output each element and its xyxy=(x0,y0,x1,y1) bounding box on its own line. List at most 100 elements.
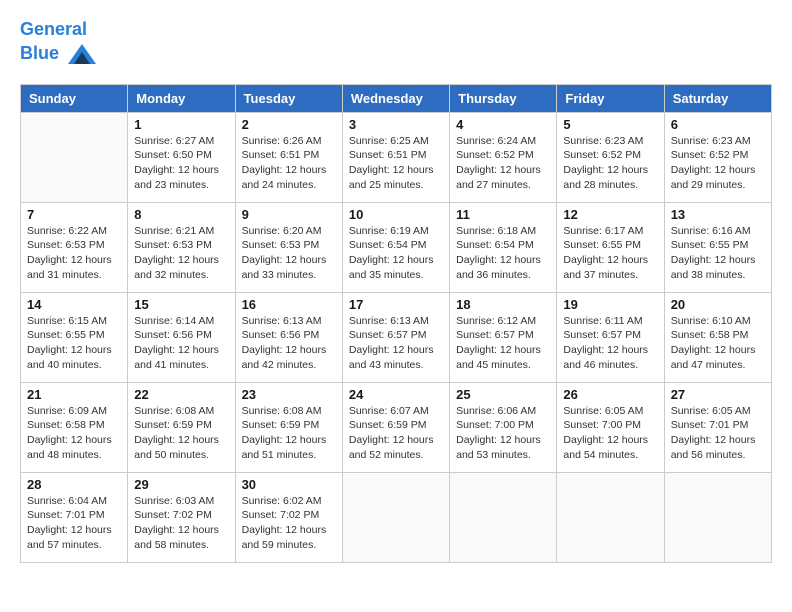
day-number: 13 xyxy=(671,207,765,222)
logo-text: General xyxy=(20,20,96,40)
day-number: 7 xyxy=(27,207,121,222)
calendar-cell: 20 Sunrise: 6:10 AM Sunset: 6:58 PM Dayli… xyxy=(664,292,771,382)
logo-blue: Blue xyxy=(20,43,59,63)
day-info: Sunrise: 6:17 AM Sunset: 6:55 PM Dayligh… xyxy=(563,224,657,283)
day-info: Sunrise: 6:22 AM Sunset: 6:53 PM Dayligh… xyxy=(27,224,121,283)
calendar-cell: 26 Sunrise: 6:05 AM Sunset: 7:00 PM Dayli… xyxy=(557,382,664,472)
calendar-week-row: 21Sunrise: 6:09 AM Sunset: 6:58 PM Dayli… xyxy=(21,382,772,472)
day-number: 10 xyxy=(349,207,443,222)
calendar-cell: 8 Sunrise: 6:21 AM Sunset: 6:53 PM Daylig… xyxy=(128,202,235,292)
day-info: Sunrise: 6:16 AM Sunset: 6:55 PM Dayligh… xyxy=(671,224,765,283)
day-info: Sunrise: 6:08 AM Sunset: 6:59 PM Dayligh… xyxy=(242,404,336,463)
day-number: 9 xyxy=(242,207,336,222)
day-number: 17 xyxy=(349,297,443,312)
day-number: 25 xyxy=(456,387,550,402)
col-header-thursday: Thursday xyxy=(450,84,557,112)
calendar-cell: 24 Sunrise: 6:07 AM Sunset: 6:59 PM Dayli… xyxy=(342,382,449,472)
day-number: 14 xyxy=(27,297,121,312)
day-number: 22 xyxy=(134,387,228,402)
calendar-cell xyxy=(664,472,771,562)
calendar-cell: 9 Sunrise: 6:20 AM Sunset: 6:53 PM Daylig… xyxy=(235,202,342,292)
day-info: Sunrise: 6:21 AM Sunset: 6:53 PM Dayligh… xyxy=(134,224,228,283)
calendar-cell: 23 Sunrise: 6:08 AM Sunset: 6:59 PM Dayli… xyxy=(235,382,342,472)
day-info: Sunrise: 6:23 AM Sunset: 6:52 PM Dayligh… xyxy=(563,134,657,193)
day-info: Sunrise: 6:27 AM Sunset: 6:50 PM Dayligh… xyxy=(134,134,228,193)
calendar-cell: 13 Sunrise: 6:16 AM Sunset: 6:55 PM Dayli… xyxy=(664,202,771,292)
calendar-cell xyxy=(342,472,449,562)
day-info: Sunrise: 6:18 AM Sunset: 6:54 PM Dayligh… xyxy=(456,224,550,283)
calendar-cell: 30Sunrise: 6:02 AM Sunset: 7:02 PM Dayli… xyxy=(235,472,342,562)
calendar-cell xyxy=(21,112,128,202)
day-info: Sunrise: 6:03 AM Sunset: 7:02 PM Dayligh… xyxy=(134,494,228,553)
day-info: Sunrise: 6:25 AM Sunset: 6:51 PM Dayligh… xyxy=(349,134,443,193)
day-info: Sunrise: 6:05 AM Sunset: 7:01 PM Dayligh… xyxy=(671,404,765,463)
day-info: Sunrise: 6:06 AM Sunset: 7:00 PM Dayligh… xyxy=(456,404,550,463)
day-number: 6 xyxy=(671,117,765,132)
day-number: 27 xyxy=(671,387,765,402)
calendar-cell: 21Sunrise: 6:09 AM Sunset: 6:58 PM Dayli… xyxy=(21,382,128,472)
day-info: Sunrise: 6:08 AM Sunset: 6:59 PM Dayligh… xyxy=(134,404,228,463)
day-number: 5 xyxy=(563,117,657,132)
col-header-friday: Friday xyxy=(557,84,664,112)
calendar-cell: 10 Sunrise: 6:19 AM Sunset: 6:54 PM Dayli… xyxy=(342,202,449,292)
day-info: Sunrise: 6:13 AM Sunset: 6:57 PM Dayligh… xyxy=(349,314,443,373)
day-number: 8 xyxy=(134,207,228,222)
logo-icon xyxy=(68,40,96,68)
calendar-week-row: 7 Sunrise: 6:22 AM Sunset: 6:53 PM Daylig… xyxy=(21,202,772,292)
calendar-cell: 27 Sunrise: 6:05 AM Sunset: 7:01 PM Dayli… xyxy=(664,382,771,472)
day-info: Sunrise: 6:02 AM Sunset: 7:02 PM Dayligh… xyxy=(242,494,336,553)
day-number: 4 xyxy=(456,117,550,132)
day-number: 19 xyxy=(563,297,657,312)
calendar-cell xyxy=(557,472,664,562)
logo-general: General xyxy=(20,19,87,39)
calendar-cell: 4 Sunrise: 6:24 AM Sunset: 6:52 PM Daylig… xyxy=(450,112,557,202)
day-info: Sunrise: 6:13 AM Sunset: 6:56 PM Dayligh… xyxy=(242,314,336,373)
day-info: Sunrise: 6:07 AM Sunset: 6:59 PM Dayligh… xyxy=(349,404,443,463)
day-info: Sunrise: 6:15 AM Sunset: 6:55 PM Dayligh… xyxy=(27,314,121,373)
day-number: 26 xyxy=(563,387,657,402)
day-info: Sunrise: 6:14 AM Sunset: 6:56 PM Dayligh… xyxy=(134,314,228,373)
calendar-cell: 14 Sunrise: 6:15 AM Sunset: 6:55 PM Dayli… xyxy=(21,292,128,382)
day-number: 16 xyxy=(242,297,336,312)
col-header-saturday: Saturday xyxy=(664,84,771,112)
day-info: Sunrise: 6:23 AM Sunset: 6:52 PM Dayligh… xyxy=(671,134,765,193)
col-header-sunday: Sunday xyxy=(21,84,128,112)
day-number: 21 xyxy=(27,387,121,402)
day-number: 23 xyxy=(242,387,336,402)
day-info: Sunrise: 6:24 AM Sunset: 6:52 PM Dayligh… xyxy=(456,134,550,193)
calendar-cell: 1 Sunrise: 6:27 AM Sunset: 6:50 PM Daylig… xyxy=(128,112,235,202)
calendar-cell: 25 Sunrise: 6:06 AM Sunset: 7:00 PM Dayli… xyxy=(450,382,557,472)
day-info: Sunrise: 6:12 AM Sunset: 6:57 PM Dayligh… xyxy=(456,314,550,373)
calendar-cell xyxy=(450,472,557,562)
day-info: Sunrise: 6:05 AM Sunset: 7:00 PM Dayligh… xyxy=(563,404,657,463)
day-number: 24 xyxy=(349,387,443,402)
day-info: Sunrise: 6:19 AM Sunset: 6:54 PM Dayligh… xyxy=(349,224,443,283)
day-info: Sunrise: 6:26 AM Sunset: 6:51 PM Dayligh… xyxy=(242,134,336,193)
calendar-table: SundayMondayTuesdayWednesdayThursdayFrid… xyxy=(20,84,772,563)
calendar-cell: 18 Sunrise: 6:12 AM Sunset: 6:57 PM Dayli… xyxy=(450,292,557,382)
day-number: 20 xyxy=(671,297,765,312)
day-number: 29 xyxy=(134,477,228,492)
day-number: 3 xyxy=(349,117,443,132)
col-header-monday: Monday xyxy=(128,84,235,112)
calendar-cell: 7 Sunrise: 6:22 AM Sunset: 6:53 PM Daylig… xyxy=(21,202,128,292)
day-number: 28 xyxy=(27,477,121,492)
day-number: 18 xyxy=(456,297,550,312)
page-header: General Blue xyxy=(20,20,772,68)
calendar-cell: 28 Sunrise: 6:04 AM Sunset: 7:01 PM Dayli… xyxy=(21,472,128,562)
calendar-cell: 6 Sunrise: 6:23 AM Sunset: 6:52 PM Daylig… xyxy=(664,112,771,202)
calendar-cell: 16 Sunrise: 6:13 AM Sunset: 6:56 PM Dayli… xyxy=(235,292,342,382)
day-number: 2 xyxy=(242,117,336,132)
calendar-cell: 3 Sunrise: 6:25 AM Sunset: 6:51 PM Daylig… xyxy=(342,112,449,202)
calendar-cell: 22 Sunrise: 6:08 AM Sunset: 6:59 PM Dayli… xyxy=(128,382,235,472)
calendar-cell: 19Sunrise: 6:11 AM Sunset: 6:57 PM Dayli… xyxy=(557,292,664,382)
logo: General Blue xyxy=(20,20,96,68)
calendar-cell: 2 Sunrise: 6:26 AM Sunset: 6:51 PM Daylig… xyxy=(235,112,342,202)
day-info: Sunrise: 6:04 AM Sunset: 7:01 PM Dayligh… xyxy=(27,494,121,553)
day-info: Sunrise: 6:20 AM Sunset: 6:53 PM Dayligh… xyxy=(242,224,336,283)
day-info: Sunrise: 6:10 AM Sunset: 6:58 PM Dayligh… xyxy=(671,314,765,373)
calendar-cell: 29 Sunrise: 6:03 AM Sunset: 7:02 PM Dayli… xyxy=(128,472,235,562)
calendar-cell: 5 Sunrise: 6:23 AM Sunset: 6:52 PM Daylig… xyxy=(557,112,664,202)
calendar-cell: 11Sunrise: 6:18 AM Sunset: 6:54 PM Dayli… xyxy=(450,202,557,292)
day-number: 1 xyxy=(134,117,228,132)
